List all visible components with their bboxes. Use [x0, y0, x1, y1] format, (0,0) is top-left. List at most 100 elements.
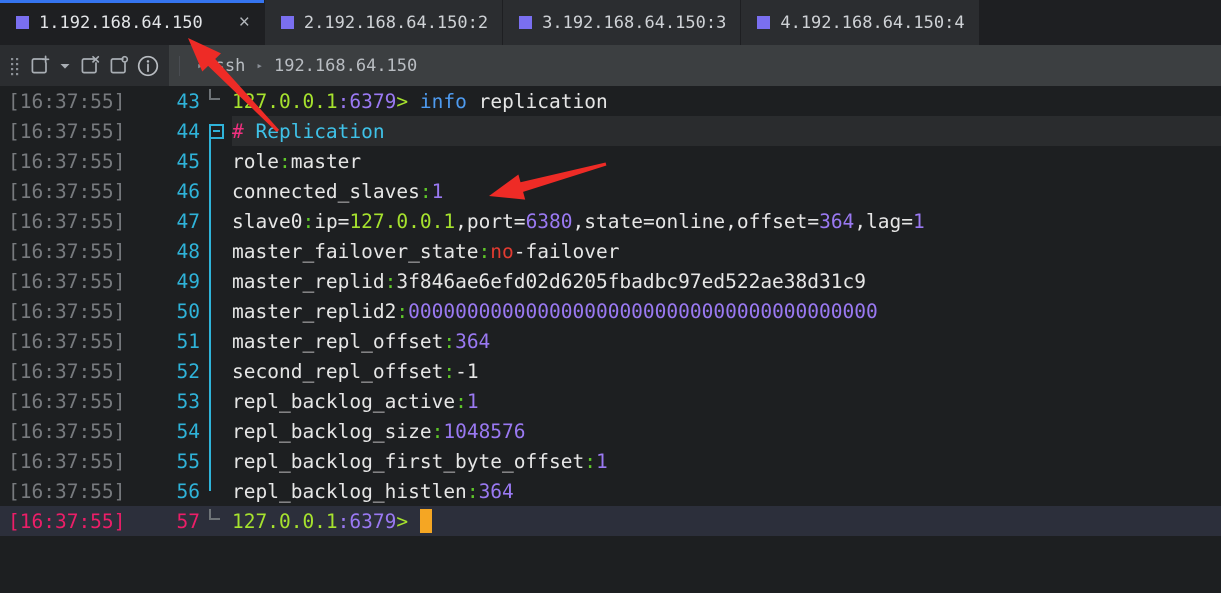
token: 1 — [596, 450, 608, 473]
terminal-line: [16:37:55]47slave0:ip=127.0.0.1,port=638… — [0, 206, 1221, 236]
tab-label: 4.192.168.64.150:4 — [780, 13, 964, 33]
drag-handle-icon[interactable] — [6, 51, 24, 81]
line-number: 53 — [150, 390, 200, 413]
line-number: 57 — [150, 510, 200, 533]
line-text: master_repl_offset:364 — [232, 330, 1221, 353]
line-number: 45 — [150, 150, 200, 173]
line-timestamp: [16:37:55] — [0, 330, 150, 353]
terminal-line: [16:37:55]45 role:master — [0, 146, 1221, 176]
breadcrumb-item-ssh[interactable]: ssh — [215, 56, 246, 76]
token: master_replid2 — [232, 300, 396, 323]
line-timestamp: [16:37:55] — [0, 480, 150, 503]
terminal-line: [16:37:55]48master_failover_state:no-fai… — [0, 236, 1221, 266]
indent-guide — [209, 176, 211, 206]
gutter-indent-guide — [200, 236, 232, 266]
token: repl_backlog_histlen — [232, 480, 467, 503]
gutter-bracket-icon — [200, 506, 232, 536]
breadcrumb-item-host[interactable]: 192.168.64.150 — [274, 56, 417, 76]
token: : — [455, 390, 467, 413]
token: : — [467, 480, 479, 503]
gutter-indent-guide — [200, 206, 232, 236]
line-timestamp: [16:37:55] — [0, 270, 150, 293]
line-text: master_replid2:0000000000000000000000000… — [232, 300, 1221, 323]
line-timestamp: [16:37:55] — [0, 240, 150, 263]
terminal-line: [16:37:55]53repl_backlog_active:1 — [0, 386, 1221, 416]
new-tab-icon[interactable] — [27, 51, 53, 81]
token: > — [396, 510, 419, 533]
indent-guide — [209, 386, 211, 416]
line-text: repl_backlog_histlen:364 — [232, 480, 1221, 503]
line-text: master_failover_state:no-failover — [232, 240, 1221, 263]
line-number: 47 — [150, 210, 200, 233]
line-number: 49 — [150, 270, 200, 293]
token: master_replid — [232, 270, 385, 293]
terminal-line: [16:37:55]57 127.0.0.1:6379> — [0, 506, 1221, 536]
token: Replication — [244, 120, 385, 143]
gutter-indent-guide — [200, 476, 232, 506]
line-timestamp: [16:37:55] — [0, 180, 150, 203]
bracket-glyph — [209, 89, 220, 100]
terminal-line: [16:37:55]50master_replid2:0000000000000… — [0, 296, 1221, 326]
tab-4[interactable]: 4.192.168.64.150:4 — [741, 0, 979, 45]
line-text: role:master — [232, 150, 1221, 173]
terminal-line: [16:37:55]51master_repl_offset:364 — [0, 326, 1221, 356]
token: master_repl_offset — [232, 330, 443, 353]
token: : — [479, 240, 491, 263]
gutter-indent-guide — [200, 266, 232, 296]
line-text: # Replication — [232, 120, 1221, 143]
duplicate-tab-icon[interactable] — [106, 51, 132, 81]
token: : — [443, 360, 455, 383]
bracket-glyph — [209, 509, 220, 520]
tab-1[interactable]: 1.192.168.64.150 × — [0, 0, 265, 45]
token: ,state=online,offset= — [573, 210, 820, 233]
fold-toggle-icon[interactable] — [200, 116, 232, 146]
indent-guide — [209, 476, 211, 491]
token: second_repl_offset — [232, 360, 443, 383]
terminal-line: [16:37:55]44# Replication — [0, 116, 1221, 146]
square-icon — [519, 16, 532, 29]
info-icon[interactable] — [135, 51, 161, 81]
token: 1 — [913, 210, 925, 233]
line-text: second_repl_offset:-1 — [232, 360, 1221, 383]
terminal-line: [16:37:55]43127.0.0.1:6379> info replica… — [0, 86, 1221, 116]
terminal-line: [16:37:55]56 repl_backlog_histlen:364 — [0, 476, 1221, 506]
line-text: 127.0.0.1:6379> info replication — [232, 90, 1221, 113]
tab-2[interactable]: 2.192.168.64.150:2 — [265, 0, 503, 45]
token: : — [584, 450, 596, 473]
indent-guide — [209, 266, 211, 296]
terminal-line: [16:37:55]52second_repl_offset:-1 — [0, 356, 1221, 386]
gutter-bracket-icon — [200, 86, 232, 116]
line-text: slave0:ip=127.0.0.1,port=6380,state=onli… — [232, 210, 1221, 233]
token: master_failover_state — [232, 240, 479, 263]
close-icon[interactable]: × — [213, 13, 250, 32]
close-tab-icon[interactable] — [77, 51, 103, 81]
line-number: 43 — [150, 90, 200, 113]
gutter-indent-guide — [200, 386, 232, 416]
text-cursor — [420, 509, 432, 533]
collapse-box-glyph[interactable] — [209, 124, 224, 139]
token: repl_backlog_active — [232, 390, 455, 413]
token: : — [338, 90, 350, 113]
token: : — [302, 210, 314, 233]
gutter-indent-guide — [200, 446, 232, 476]
indent-guide — [209, 206, 211, 236]
line-timestamp: [16:37:55] — [0, 150, 150, 173]
token: 127.0.0.1 — [232, 510, 338, 533]
tab-3[interactable]: 3.192.168.64.150:3 — [503, 0, 741, 45]
indent-guide — [209, 236, 211, 266]
gutter-indent-guide — [200, 416, 232, 446]
line-number: 55 — [150, 450, 200, 473]
chevron-down-icon[interactable] — [56, 51, 74, 81]
token: info — [420, 90, 467, 113]
token: : — [432, 420, 444, 443]
token: 127.0.0.1 — [349, 210, 455, 233]
line-timestamp: [16:37:55] — [0, 510, 150, 533]
toolbar-buttons — [0, 45, 169, 86]
token: no — [490, 240, 513, 263]
token: repl_backlog_first_byte_offset — [232, 450, 584, 473]
terminal-output[interactable]: [16:37:55] 43 127.0.0.1:6379> info replica… — [0, 86, 1221, 593]
line-number: 56 — [150, 480, 200, 503]
line-text: repl_backlog_first_byte_offset:1 — [232, 450, 1221, 473]
token: : — [338, 510, 350, 533]
token: 6379 — [349, 510, 396, 533]
